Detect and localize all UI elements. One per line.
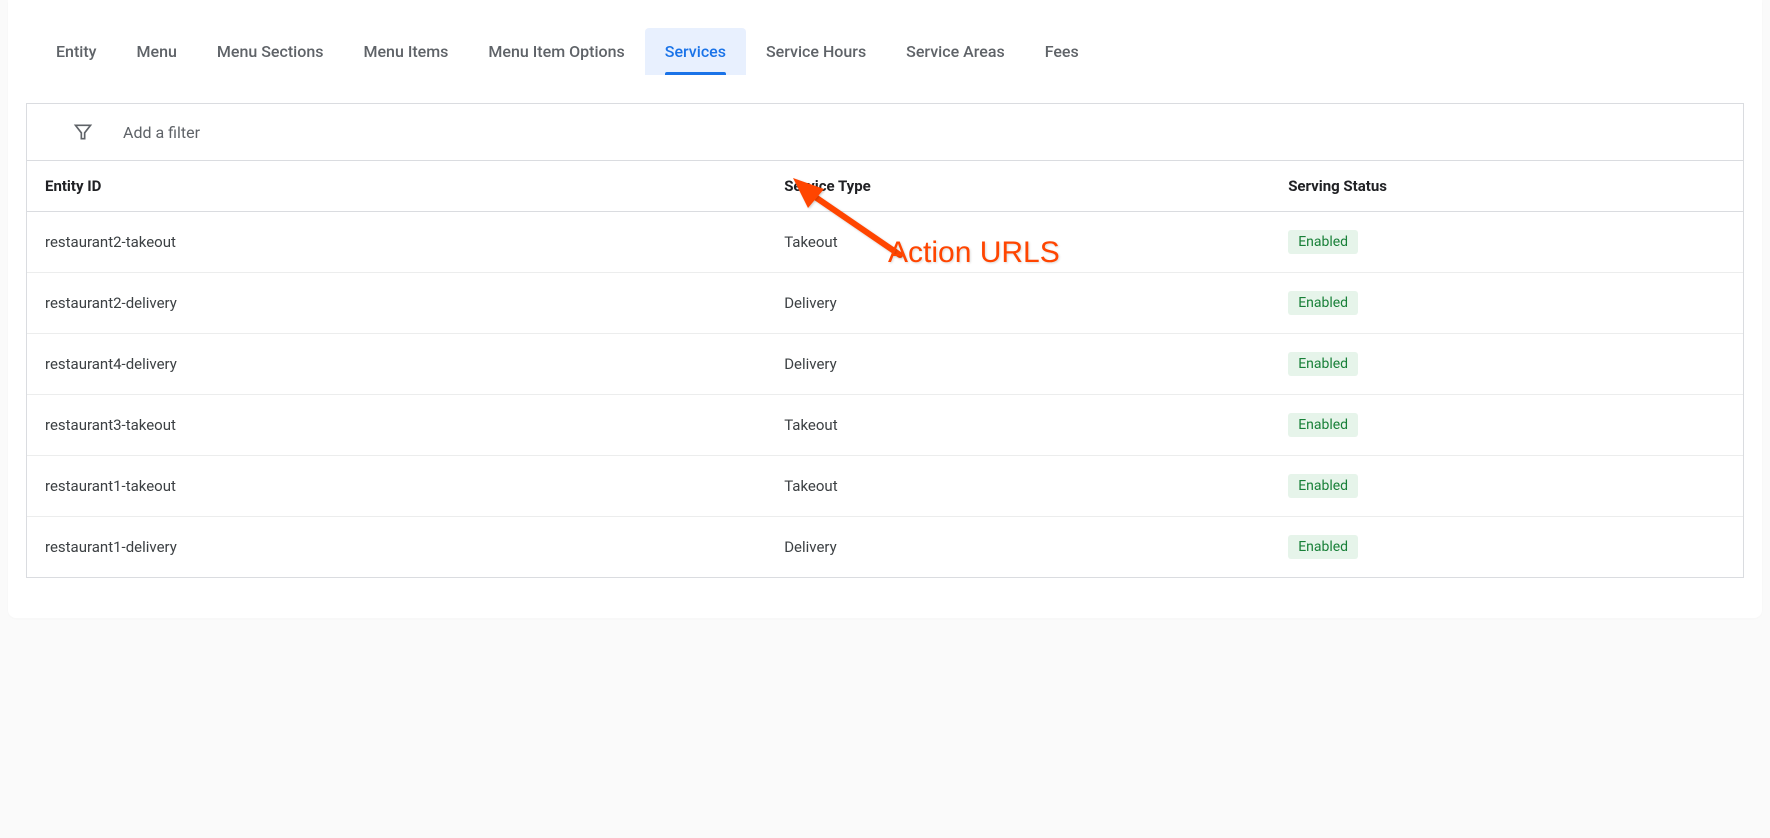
col-service-type[interactable]: Service Type <box>784 177 1288 195</box>
filter-bar[interactable]: Add a filter <box>26 103 1744 160</box>
tab-menu-items[interactable]: Menu Items <box>343 28 468 75</box>
cell-service-type: Takeout <box>784 233 1288 251</box>
status-badge: Enabled <box>1288 474 1358 498</box>
cell-serving-status: Enabled <box>1288 291 1725 315</box>
tab-entity[interactable]: Entity <box>36 28 117 75</box>
table-row[interactable]: restaurant3-takeoutTakeoutEnabled <box>27 395 1743 456</box>
table-row[interactable]: restaurant2-deliveryDeliveryEnabled <box>27 273 1743 334</box>
status-badge: Enabled <box>1288 352 1358 376</box>
cell-entity-id: restaurant2-takeout <box>45 233 784 251</box>
cell-serving-status: Enabled <box>1288 474 1725 498</box>
table-row[interactable]: restaurant1-takeoutTakeoutEnabled <box>27 456 1743 517</box>
tab-service-areas[interactable]: Service Areas <box>886 28 1025 75</box>
filter-placeholder: Add a filter <box>123 123 200 142</box>
cell-service-type: Delivery <box>784 355 1288 373</box>
status-badge: Enabled <box>1288 291 1358 315</box>
tab-service-hours[interactable]: Service Hours <box>746 28 886 75</box>
filter-icon <box>73 122 93 142</box>
col-serving-status[interactable]: Serving Status <box>1288 177 1725 195</box>
cell-service-type: Delivery <box>784 538 1288 556</box>
cell-entity-id: restaurant1-takeout <box>45 477 784 495</box>
status-badge: Enabled <box>1288 230 1358 254</box>
cell-entity-id: restaurant4-delivery <box>45 355 784 373</box>
table-row[interactable]: restaurant4-deliveryDeliveryEnabled <box>27 334 1743 395</box>
cell-entity-id: restaurant3-takeout <box>45 416 784 434</box>
status-badge: Enabled <box>1288 413 1358 437</box>
table-header-row: Entity ID Service Type Serving Status <box>27 160 1743 212</box>
services-table: Entity ID Service Type Serving Status re… <box>26 160 1744 578</box>
tab-menu-sections[interactable]: Menu Sections <box>197 28 344 75</box>
cell-entity-id: restaurant2-delivery <box>45 294 784 312</box>
tab-fees[interactable]: Fees <box>1025 28 1099 75</box>
tab-menu-item-options[interactable]: Menu Item Options <box>468 28 644 75</box>
cell-serving-status: Enabled <box>1288 535 1725 559</box>
tab-bar: EntityMenuMenu SectionsMenu ItemsMenu It… <box>8 28 1762 75</box>
cell-entity-id: restaurant1-delivery <box>45 538 784 556</box>
col-entity-id[interactable]: Entity ID <box>45 177 784 195</box>
tab-services[interactable]: Services <box>645 28 746 75</box>
table-row[interactable]: restaurant1-deliveryDeliveryEnabled <box>27 517 1743 577</box>
cell-service-type: Takeout <box>784 416 1288 434</box>
cell-service-type: Takeout <box>784 477 1288 495</box>
page-shell: EntityMenuMenu SectionsMenu ItemsMenu It… <box>8 0 1762 618</box>
cell-serving-status: Enabled <box>1288 352 1725 376</box>
cell-serving-status: Enabled <box>1288 230 1725 254</box>
cell-serving-status: Enabled <box>1288 413 1725 437</box>
table-row[interactable]: restaurant2-takeoutTakeoutEnabled <box>27 212 1743 273</box>
tab-menu[interactable]: Menu <box>117 28 197 75</box>
status-badge: Enabled <box>1288 535 1358 559</box>
table-body: restaurant2-takeoutTakeoutEnabledrestaur… <box>27 212 1743 577</box>
cell-service-type: Delivery <box>784 294 1288 312</box>
